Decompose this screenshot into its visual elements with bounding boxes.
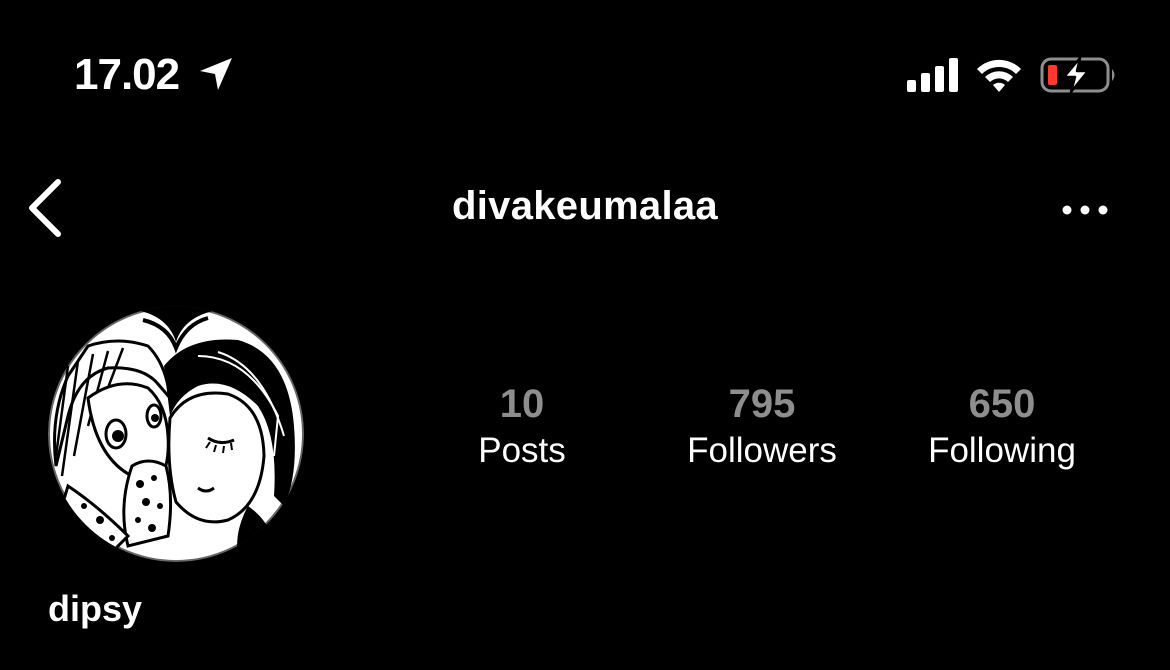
following-label: Following	[928, 431, 1076, 470]
location-arrow-icon	[200, 58, 232, 90]
more-horizontal-icon	[1062, 205, 1108, 215]
following-stat[interactable]: 650 Following	[892, 380, 1112, 474]
more-options-button[interactable]	[1054, 190, 1116, 230]
following-count: 650	[968, 382, 1036, 426]
status-time: 17.02	[74, 50, 180, 99]
profile-display-name: dipsy	[48, 588, 143, 629]
cellular-signal-icon	[907, 58, 958, 92]
posts-stat[interactable]: 10 Posts	[412, 380, 632, 474]
battery-charging-icon	[1040, 56, 1115, 94]
wifi-icon	[977, 59, 1021, 92]
posts-label: Posts	[478, 431, 566, 470]
avatar-manga-illustration	[48, 306, 304, 562]
posts-count: 10	[499, 382, 545, 426]
followers-count: 795	[728, 382, 796, 426]
followers-stat[interactable]: 795 Followers	[652, 380, 872, 474]
followers-label: Followers	[687, 431, 837, 470]
profile-username: divakeumalaa	[452, 184, 718, 228]
avatar[interactable]	[48, 306, 304, 562]
status-bar: 17.02	[0, 0, 1170, 150]
